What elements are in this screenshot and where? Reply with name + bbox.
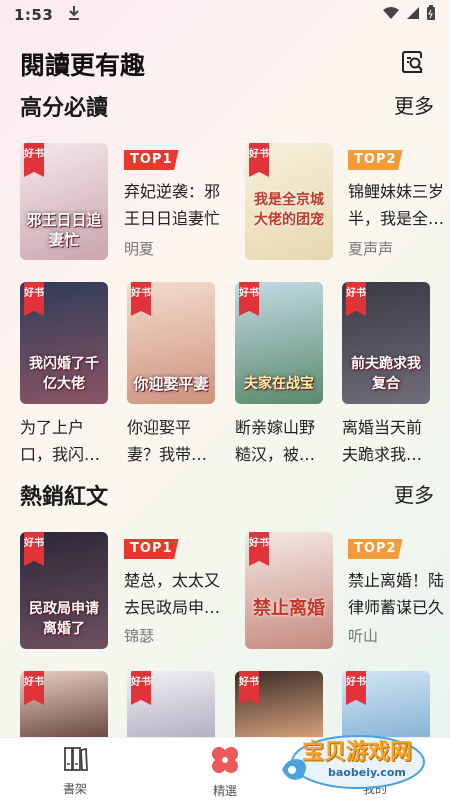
nav-bookshelf[interactable]: 書架 — [35, 744, 115, 797]
cover-title: 我闪婚了千亿大佬 — [29, 356, 99, 392]
status-bar: 1:53 — [0, 0, 450, 30]
good-book-badge: 好书 — [24, 282, 44, 316]
good-book-badge: 好书 — [346, 671, 366, 705]
book-author: 夏声声 — [348, 240, 394, 258]
good-book-badge: 好书 — [346, 282, 366, 316]
wifi-icon — [382, 6, 400, 24]
section-title-high-score: 高分必讀 — [20, 96, 109, 121]
nav-label: 書架 — [62, 782, 87, 796]
book-author: 明夏 — [124, 240, 155, 258]
watermark-url: baobeiy.com — [328, 766, 406, 779]
cover-title: 禁止离婚 — [253, 598, 325, 619]
book-cover[interactable]: 好书 前夫跪求我复合 — [342, 282, 430, 404]
book-cover[interactable]: 好书 你迎娶平妻 — [127, 282, 215, 404]
status-time: 1:53 — [14, 6, 54, 24]
rank-badge: TOP1 — [124, 150, 179, 170]
rank-badge: TOP1 — [124, 539, 179, 559]
download-icon — [67, 5, 81, 25]
good-book-badge: 好书 — [131, 671, 151, 705]
good-book-badge: 好书 — [24, 143, 44, 177]
page-title: 閱讀更有趣 — [20, 51, 146, 80]
book-title[interactable]: 弃妃逆袭：邪 王日日追妻忙 — [124, 178, 234, 232]
book-cover[interactable]: 好书 — [127, 671, 215, 737]
cover-title: 你迎娶平妻 — [133, 375, 209, 393]
good-book-badge: 好书 — [24, 532, 44, 566]
book-title[interactable]: 离婚当天前 夫跪求我… — [342, 414, 437, 468]
good-book-badge: 好书 — [249, 532, 269, 566]
watermark-text: 宝贝游戏网 — [302, 740, 413, 765]
good-book-badge: 好书 — [131, 282, 151, 316]
book-cover[interactable]: 好书 邪王日日追妻忙 — [20, 143, 108, 260]
cover-title: 我是全京城大佬的团宠 — [254, 192, 324, 228]
cover-title: 民政局申请离婚了 — [29, 601, 99, 637]
book-cover[interactable]: 好书 — [20, 671, 108, 737]
rank-badge: TOP2 — [348, 539, 403, 559]
more-link-high-score[interactable]: 更多 — [394, 90, 434, 119]
nav-featured[interactable]: 精選 — [185, 744, 265, 799]
good-book-badge: 好书 — [249, 143, 269, 177]
section-title-hot-sales: 熱銷紅文 — [20, 485, 109, 510]
book-title[interactable]: 断亲嫁山野 糙汉，被… — [235, 414, 330, 468]
featured-icon — [209, 747, 241, 780]
book-cover[interactable]: 好书 我是全京城大佬的团宠 — [245, 143, 333, 260]
book-author: 锦瑟 — [124, 627, 155, 645]
book-cover[interactable]: 好书 夫家在战宝 — [235, 282, 323, 404]
more-link-hot-sales[interactable]: 更多 — [394, 479, 434, 508]
page-header: 閱讀更有趣 — [20, 44, 430, 84]
signal-icon — [406, 6, 420, 24]
book-author: 听山 — [348, 627, 379, 645]
book-title[interactable]: 禁止离婚！陆 律师蓄谋已久 — [348, 567, 448, 621]
good-book-badge: 好书 — [239, 671, 259, 705]
bookshelf-icon — [60, 747, 90, 778]
book-cover[interactable]: 好书 禁止离婚 — [245, 532, 333, 649]
cover-title: 前夫跪求我复合 — [351, 356, 421, 392]
book-title[interactable]: 为了上户 口，我闪… — [20, 414, 115, 468]
book-cover[interactable]: 好书 我闪婚了千亿大佬 — [20, 282, 108, 404]
cover-title: 邪王日日追妻忙 — [26, 211, 102, 249]
battery-icon — [426, 5, 436, 25]
site-watermark: 宝贝游戏网 baobeiy.com — [268, 726, 433, 792]
book-cover[interactable]: 好书 民政局申请离婚了 — [20, 532, 108, 649]
good-book-badge: 好书 — [239, 282, 259, 316]
book-title[interactable]: 你迎娶平 妻？我带… — [127, 414, 222, 468]
search-icon[interactable] — [400, 49, 426, 79]
cover-title: 夫家在战宝 — [244, 376, 314, 392]
book-title[interactable]: 锦鲤妹妹三岁 半，我是全… — [348, 178, 448, 232]
book-title[interactable]: 楚总，太太又 去民政局申… — [124, 567, 234, 621]
good-book-badge: 好书 — [24, 671, 44, 705]
rank-badge: TOP2 — [348, 150, 403, 170]
nav-label: 精選 — [212, 784, 237, 798]
